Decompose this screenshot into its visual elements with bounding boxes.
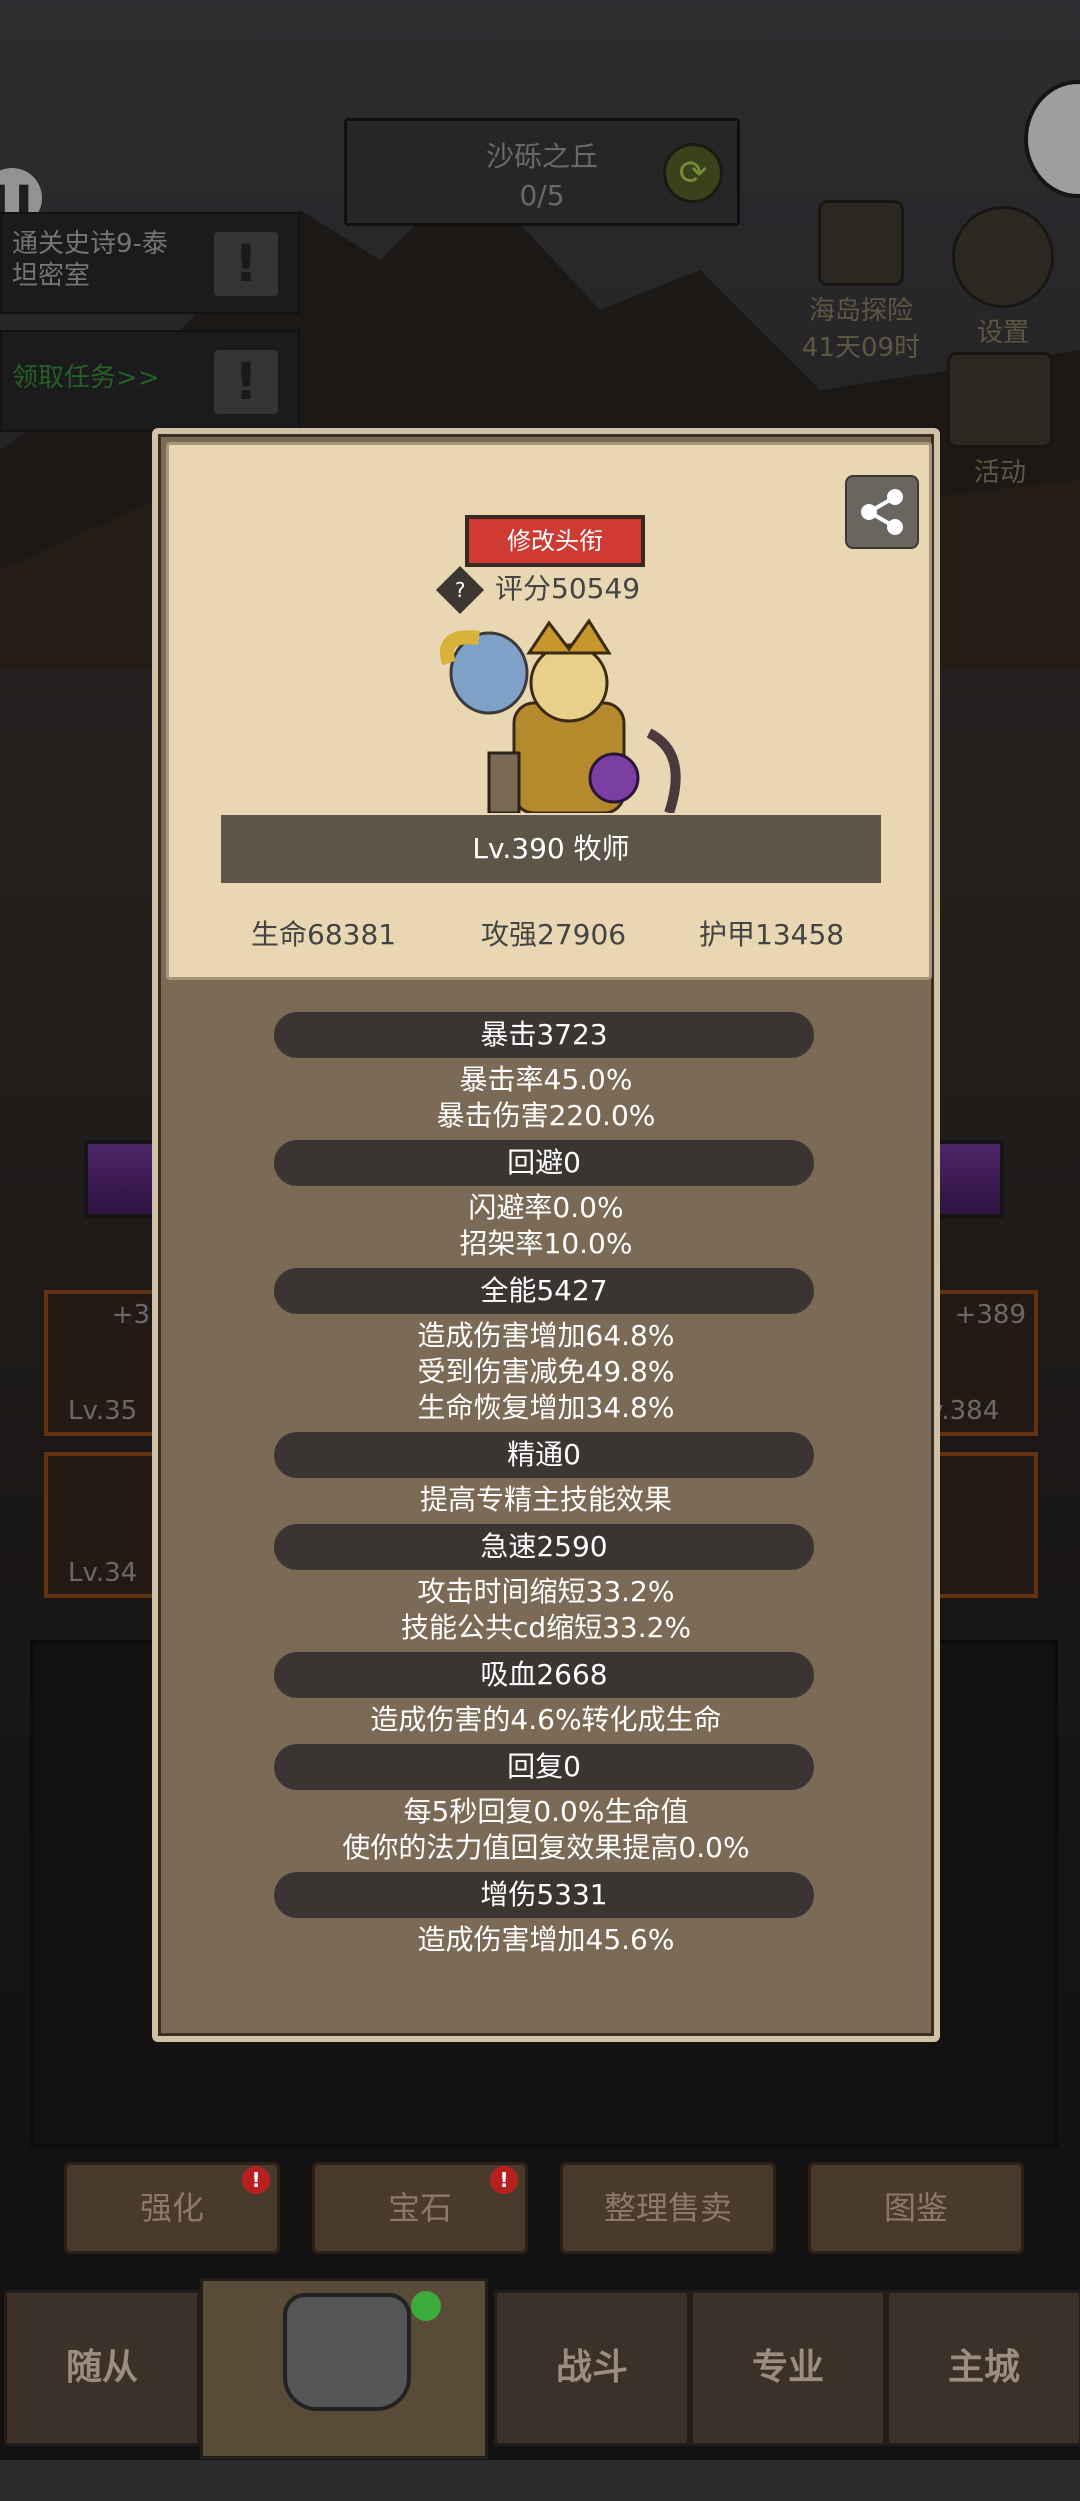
stat-title: 增伤5331 — [274, 1872, 814, 1918]
armor-stat: 护甲13458 — [699, 918, 845, 951]
tab-label: 战斗 — [555, 2347, 628, 2388]
sort-sell-button[interactable]: 整理售卖 — [560, 2162, 776, 2254]
tab-followers[interactable]: 随从 — [4, 2290, 200, 2446]
notification-dot — [411, 2291, 441, 2321]
codex-button[interactable]: 图鉴 — [808, 2162, 1024, 2254]
alert-badge: ! — [490, 2166, 518, 2194]
alert-badge: ! — [242, 2166, 270, 2194]
armor-icon — [283, 2293, 411, 2411]
stat-title: 吸血2668 — [274, 1652, 814, 1698]
stat-line: 使你的法力值回复效果提高0.0% — [342, 1831, 750, 1864]
tab-label: 主城 — [947, 2347, 1020, 2388]
hp-stat: 生命68381 — [251, 918, 397, 951]
stat-line: 暴击率45.0% — [459, 1063, 633, 1096]
gem-label: 宝石 — [387, 2189, 452, 2227]
character-stats-panel: 修改头衔 ? 评分50549 Lv.390 牧师 生命68381 攻强27906 … — [152, 428, 940, 2042]
enhance-label: 强化 — [139, 2189, 204, 2227]
stat-title: 急速2590 — [274, 1524, 814, 1570]
character-portrait — [440, 618, 681, 813]
stat-line: 暴击伤害220.0% — [436, 1099, 656, 1132]
tab-main-city[interactable]: 主城 — [886, 2290, 1080, 2446]
tab-equipment[interactable]: 装备 — [200, 2278, 488, 2459]
stat-line: 提高专精主技能效果 — [419, 1483, 672, 1516]
share-icon — [861, 489, 903, 535]
stat-title: 精通0 — [274, 1432, 814, 1478]
character-card: 修改头衔 ? 评分50549 Lv.390 牧师 生命68381 攻强27906 … — [166, 442, 932, 980]
codex-label: 图鉴 — [883, 2189, 948, 2227]
stat-line: 造成伤害的4.6%转化成生命 — [370, 1703, 722, 1736]
tab-label: 专业 — [751, 2347, 824, 2388]
stat-line: 每5秒回复0.0%生命值 — [403, 1795, 689, 1828]
help-icon[interactable]: ? — [435, 565, 485, 615]
level-class-bar: Lv.390 牧师 — [221, 815, 881, 883]
attack-stat: 攻强27906 — [481, 918, 627, 951]
stat-title: 回复0 — [274, 1744, 814, 1790]
tab-battle[interactable]: 战斗 — [494, 2290, 690, 2446]
sort-sell-label: 整理售卖 — [603, 2189, 732, 2227]
stat-line: 造成伤害增加64.8% — [417, 1319, 675, 1352]
edit-title-button[interactable]: 修改头衔 — [465, 515, 645, 567]
tab-label: 随从 — [65, 2347, 138, 2388]
stat-line: 生命恢复增加34.8% — [417, 1391, 675, 1424]
rating-value: 评分50549 — [495, 572, 641, 605]
stat-line: 受到伤害减免49.8% — [417, 1355, 675, 1388]
stat-line: 造成伤害增加45.6% — [417, 1923, 675, 1956]
stat-title: 暴击3723 — [274, 1012, 814, 1058]
stat-line: 招架率10.0% — [459, 1227, 633, 1260]
stat-line: 攻击时间缩短33.2% — [417, 1575, 675, 1608]
share-button[interactable] — [845, 475, 919, 549]
stat-title: 全能5427 — [274, 1268, 814, 1314]
rating: ? 评分50549 — [435, 565, 683, 615]
stat-title: 回避0 — [274, 1140, 814, 1186]
stat-line: 闪避率0.0% — [468, 1191, 624, 1224]
stat-line: 技能公共cd缩短33.2% — [400, 1611, 692, 1644]
tab-profession[interactable]: 专业 — [690, 2290, 886, 2446]
